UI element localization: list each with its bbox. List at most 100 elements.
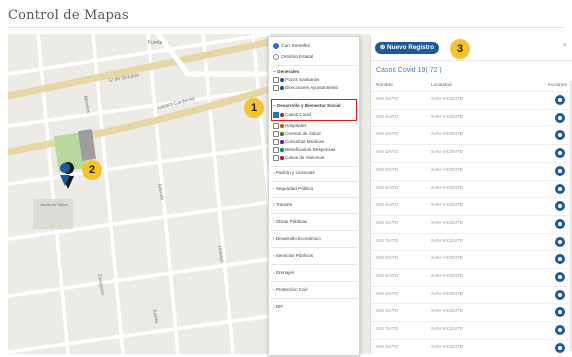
annotation-badge-2: 2 bbox=[82, 160, 102, 180]
layer-section[interactable]: › Seguridad Pública bbox=[273, 186, 313, 191]
table-header: Nombre Localidad Acciones bbox=[371, 81, 572, 91]
street-label: Fuerte bbox=[148, 40, 163, 46]
checkbox-icon[interactable] bbox=[273, 85, 279, 91]
layer-item[interactable]: Consultas Medicas bbox=[273, 139, 324, 145]
cell-locality: SAN VICENTE bbox=[431, 256, 463, 262]
table-row: SIN DATO SAN VICENTE bbox=[371, 161, 572, 181]
layer-color-icon bbox=[280, 148, 284, 152]
layer-item[interactable]: Centros de Salud bbox=[273, 131, 321, 137]
new-record-button[interactable]: ⊕ Nuevo Registro bbox=[375, 42, 439, 54]
view-record-icon[interactable] bbox=[555, 112, 565, 123]
view-record-icon[interactable] bbox=[555, 272, 565, 282]
divider bbox=[271, 181, 357, 182]
group-header-generales[interactable]: − Generales bbox=[273, 69, 299, 74]
cell-name: SIN DATO bbox=[376, 185, 399, 191]
table-row: SIN DATO SAN VICENTE bbox=[371, 214, 572, 234]
view-record-icon[interactable] bbox=[555, 236, 565, 247]
checkbox-icon[interactable] bbox=[273, 139, 279, 145]
cell-name: SIN DATO bbox=[376, 132, 399, 138]
view-record-icon[interactable] bbox=[555, 148, 565, 159]
close-icon[interactable]: × bbox=[563, 42, 567, 49]
view-record-icon[interactable] bbox=[555, 130, 565, 141]
layer-item[interactable]: Hospitales bbox=[273, 123, 306, 129]
table-row: SIN DATO SAN VICENTE bbox=[371, 285, 572, 305]
layer-section[interactable]: › Obras Públicas bbox=[273, 219, 307, 224]
page-title: Control de Mapas bbox=[8, 8, 129, 23]
divider bbox=[271, 247, 357, 248]
view-record-icon[interactable] bbox=[555, 218, 565, 229]
layer-color-icon bbox=[280, 156, 284, 160]
checkbox-icon[interactable] bbox=[273, 147, 279, 153]
cell-locality: SAN VICENTE bbox=[431, 274, 463, 279]
checkbox-icon[interactable] bbox=[273, 77, 279, 83]
cell-name: SIN DATO bbox=[376, 327, 399, 333]
panel-heading: Casos Covid 19( 72 ) bbox=[376, 67, 442, 74]
cell-name: SIN DATO bbox=[376, 256, 399, 262]
basemap-label: Carr Streetfire bbox=[281, 43, 311, 49]
view-record-icon[interactable] bbox=[555, 201, 565, 212]
layer-item[interactable]: Casos de Violencia bbox=[273, 155, 324, 161]
view-record-icon[interactable] bbox=[555, 289, 565, 300]
view-record-icon[interactable] bbox=[555, 165, 565, 176]
layer-section[interactable]: › Servicios Públicos bbox=[273, 253, 313, 258]
view-record-icon[interactable] bbox=[555, 342, 565, 353]
annotation-badge-1: 1 bbox=[244, 98, 264, 118]
basemap-option[interactable]: Carr Streetfire bbox=[273, 43, 310, 49]
layer-section[interactable]: › Protección Civil bbox=[273, 287, 307, 292]
table-row: SIN DATO SAN VICENTE bbox=[371, 179, 572, 199]
layer-color-icon bbox=[280, 86, 284, 90]
divider bbox=[271, 230, 357, 231]
checkbox-icon[interactable] bbox=[273, 123, 279, 129]
cell-name: SIN DATO bbox=[376, 309, 399, 315]
checkbox-icon[interactable] bbox=[273, 131, 279, 137]
view-record-icon[interactable] bbox=[555, 254, 565, 265]
basemap-label: Ortofoto Estatal bbox=[281, 54, 314, 60]
cell-name: SIN DATO bbox=[376, 238, 399, 244]
layer-section[interactable]: › DIF bbox=[273, 304, 283, 309]
layer-section[interactable]: › Padrón y Licencias bbox=[273, 170, 315, 175]
cell-name: SIN DATO bbox=[376, 274, 399, 279]
view-record-icon[interactable] bbox=[555, 307, 565, 318]
annotation-badge-3: 3 bbox=[450, 39, 470, 59]
divider bbox=[371, 60, 572, 61]
layer-color-icon bbox=[280, 132, 284, 136]
cell-name: SIN DATO bbox=[376, 114, 399, 120]
layer-section[interactable]: › Tránsito bbox=[273, 202, 292, 207]
table-row: SIN DATO SAN VICENTE bbox=[371, 268, 572, 287]
table-row: SIN DATO SAN VICENTE bbox=[371, 303, 572, 322]
layer-item[interactable]: Pozos Sanitarios bbox=[273, 77, 319, 83]
radio-icon[interactable] bbox=[273, 43, 279, 49]
column-header: Nombre bbox=[376, 83, 394, 88]
layer-item[interactable]: Beneficiarios Despensas bbox=[273, 147, 336, 153]
layer-item[interactable]: Direcciones Ayuntamiento bbox=[273, 85, 338, 91]
cell-locality: SAN VICENTE bbox=[431, 220, 463, 226]
street-label: Morelos bbox=[82, 95, 91, 114]
layer-section[interactable]: › Drenajes bbox=[273, 270, 294, 275]
records-panel: ⊕ Nuevo Registro × Casos Covid 19( 72 ) … bbox=[370, 36, 572, 354]
divider bbox=[271, 213, 357, 214]
cell-name: SIN DATO bbox=[376, 167, 399, 173]
basemap-option[interactable]: Ortofoto Estatal bbox=[273, 54, 313, 60]
cell-name: SIN DATO bbox=[376, 97, 399, 102]
divider bbox=[271, 281, 357, 282]
table-row: SIN DATO SAN VICENTE bbox=[371, 197, 572, 216]
cell-locality: SAN VICENTE bbox=[431, 291, 463, 297]
table-row: SIN DATO SAN VICENTE bbox=[371, 321, 572, 340]
cell-name: SIN DATO bbox=[376, 291, 399, 297]
layer-color-icon bbox=[280, 124, 284, 128]
cell-locality: SAN VICENTE bbox=[431, 327, 463, 333]
layer-control-panel: Carr Streetfire Ortofoto Estatal − Gener… bbox=[268, 36, 360, 356]
table-row: SIN DATO SAN VICENTE bbox=[371, 144, 572, 163]
view-record-icon[interactable] bbox=[555, 183, 565, 194]
checkbox-icon[interactable] bbox=[273, 155, 279, 161]
divider bbox=[271, 65, 357, 66]
view-record-icon[interactable] bbox=[555, 95, 565, 105]
column-header: Localidad bbox=[431, 83, 452, 88]
plus-circle-icon: ⊕ bbox=[379, 44, 386, 51]
radio-icon[interactable] bbox=[273, 54, 279, 60]
layer-section[interactable]: › Desarrollo Económico bbox=[273, 236, 321, 241]
highlight-box bbox=[271, 99, 357, 121]
divider bbox=[271, 197, 357, 198]
table-row: SIN DATO SAN VICENTE bbox=[371, 338, 572, 357]
view-record-icon[interactable] bbox=[555, 325, 565, 336]
